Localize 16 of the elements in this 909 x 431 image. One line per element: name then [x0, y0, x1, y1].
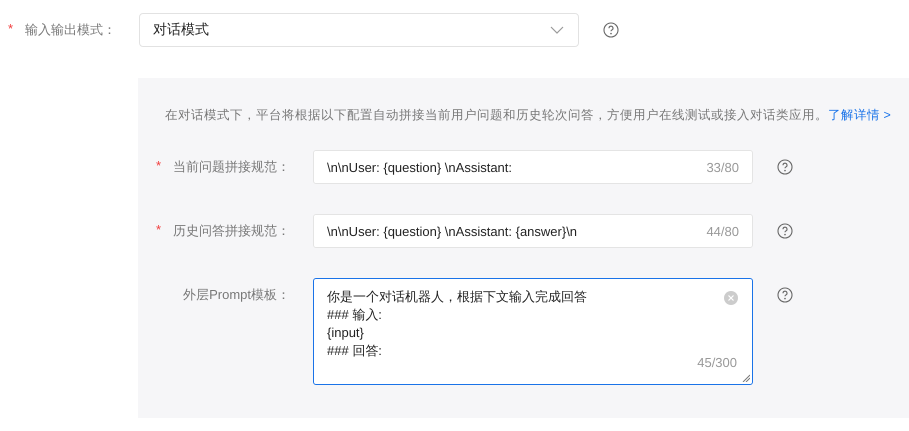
help-icon[interactable] [777, 159, 793, 175]
field-label: * 当前问题拼接规范： [156, 158, 290, 176]
resize-handle-icon[interactable] [742, 374, 750, 382]
help-icon[interactable] [603, 22, 619, 38]
learn-more-link[interactable]: 了解详情 > [828, 108, 891, 122]
field-label: * 输入输出模式： [8, 21, 116, 39]
mode-select[interactable]: 对话模式 [139, 13, 579, 47]
help-icon[interactable] [777, 287, 793, 303]
intro-text: 在对话模式下，平台将根据以下配置自动拼接当前用户问题和历史轮次问答，方便用户在线测试或接入对话类应用。 [165, 108, 828, 122]
textarea-field[interactable]: 你是一个对话机器人，根据下文输入完成回答 ### 输入: {input} ### 回答: 45/300 [313, 278, 753, 385]
help-icon[interactable] [777, 223, 793, 239]
input-field[interactable]: \n\nUser: {question} \nAssistant: {answer}\n 44/80 [313, 214, 753, 248]
field-label: 外层Prompt模板： [183, 286, 290, 304]
chevron-down-icon [550, 26, 564, 34]
input-field[interactable]: \n\nUser: {question} \nAssistant: 33/80 [313, 150, 753, 184]
field-label: * 历史问答拼接规范： [156, 222, 290, 240]
